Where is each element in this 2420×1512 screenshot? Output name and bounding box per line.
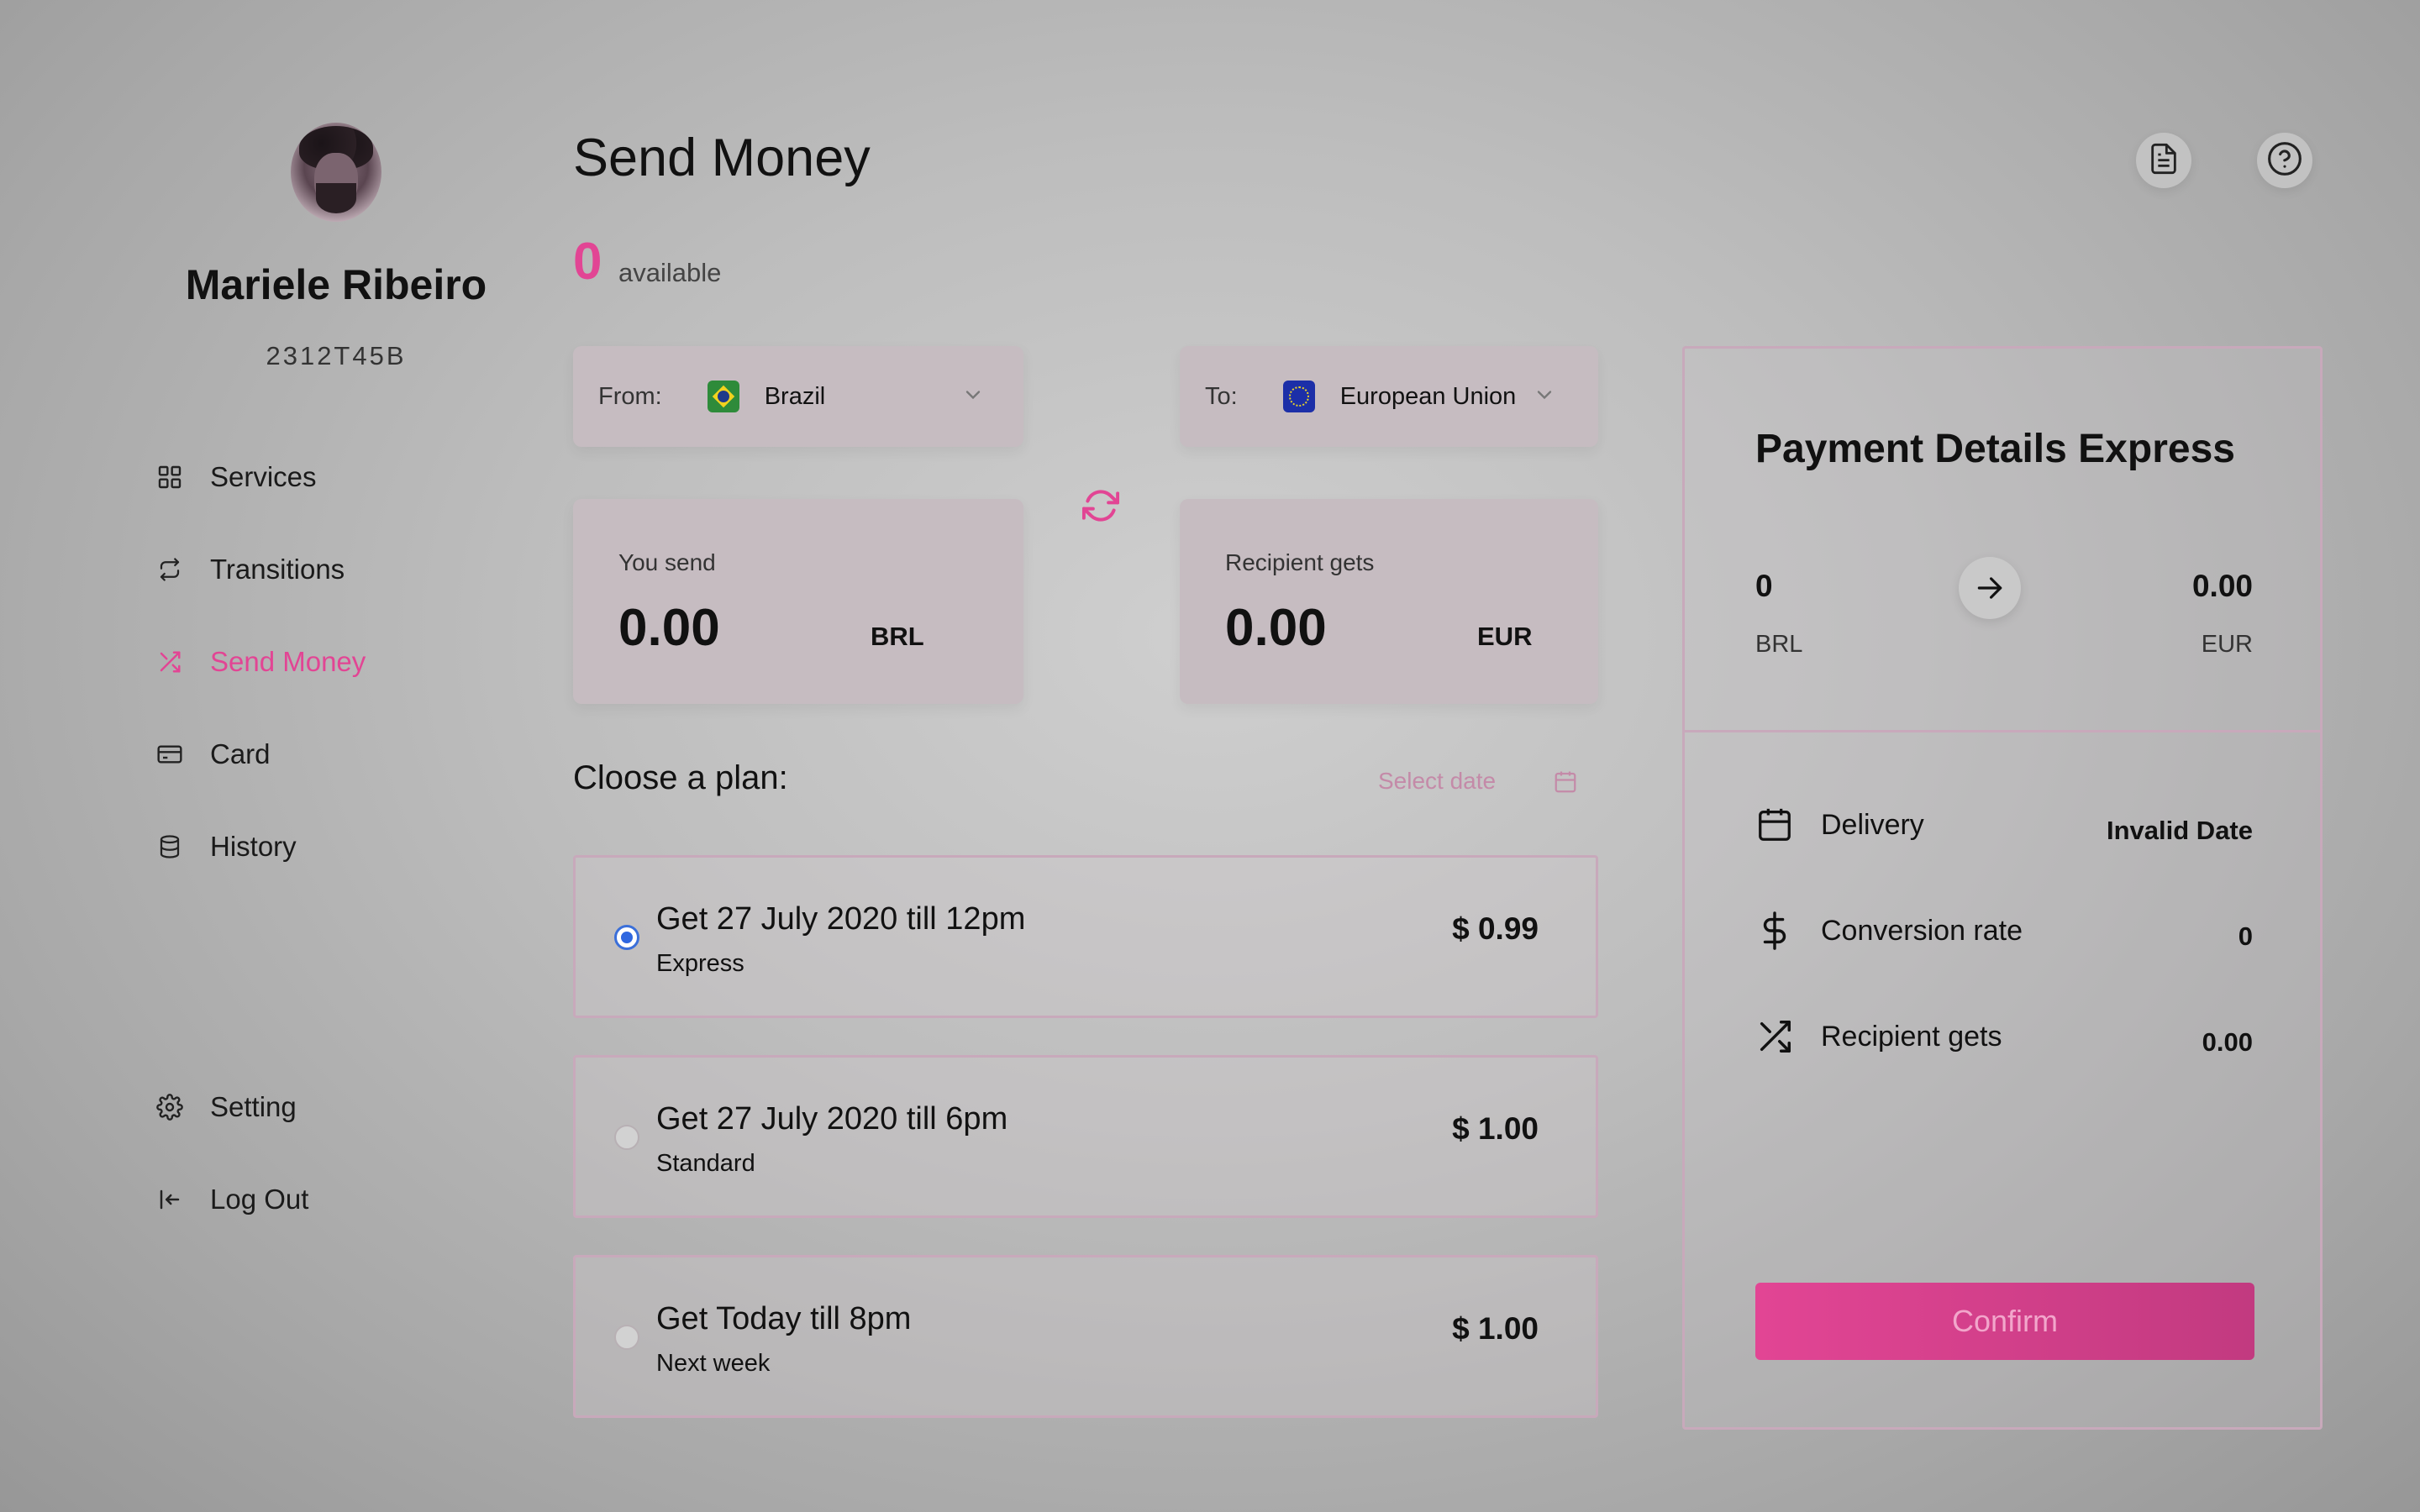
plan-radio[interactable] <box>614 1325 639 1350</box>
plan-radio[interactable] <box>614 925 639 950</box>
plan-section-title: Cloose a plan: <box>573 759 788 796</box>
gear-icon <box>155 1092 185 1122</box>
sidebar-item-services[interactable]: Services <box>155 452 317 502</box>
shuffle-icon <box>155 647 185 677</box>
conversion-rate-row: Conversion rate 0 <box>1755 905 2253 955</box>
sidebar-item-label: Card <box>210 738 271 769</box>
user-name: Mariele Ribeiro <box>185 261 487 308</box>
available-label: available <box>618 258 722 287</box>
plan-price: $ 1.00 <box>1452 1311 1539 1346</box>
plan-title: Get 27 July 2020 till 12pm <box>656 901 1026 937</box>
credit-card-icon <box>155 739 185 769</box>
you-send-amount[interactable]: 0.00 <box>618 598 720 658</box>
grid-icon <box>155 462 185 492</box>
document-icon <box>2147 142 2181 180</box>
you-send-label: You send <box>618 549 716 575</box>
chevron-down-icon <box>1533 383 1556 411</box>
you-send-card[interactable]: You send 0.00 BRL <box>573 499 1023 704</box>
conversion-rate-value: 0 <box>2238 921 2253 951</box>
arrow-right-icon <box>1959 557 2021 619</box>
plan-title: Get 27 July 2020 till 6pm <box>656 1101 1008 1137</box>
eu-flag-icon <box>1282 381 1315 412</box>
calendar-icon[interactable] <box>1553 769 1578 799</box>
divider <box>1685 730 2320 732</box>
payment-from-value: 0 <box>1755 569 1773 603</box>
brazil-flag-icon <box>707 381 739 412</box>
delivery-label: Delivery <box>1821 809 1924 841</box>
payment-to-value: 0.00 <box>2191 569 2253 603</box>
plan-title: Get Today till 8pm <box>656 1301 912 1336</box>
avatar <box>291 123 381 222</box>
plan-option-next-week[interactable]: Get Today till 8pm Next week $ 1.00 <box>573 1255 1598 1418</box>
plan-subtitle: Express <box>656 950 744 977</box>
conversion-rate-label: Conversion rate <box>1821 915 2023 947</box>
logout-icon <box>155 1184 185 1215</box>
sidebar-item-transitions[interactable]: Transitions <box>155 544 345 595</box>
recipient-gets-label: Recipient gets <box>1821 1021 2002 1053</box>
chevron-down-icon <box>961 383 985 411</box>
plan-price: $ 0.99 <box>1452 911 1539 946</box>
sidebar-item-label: Setting <box>210 1091 297 1122</box>
sidebar-item-history[interactable]: History <box>155 822 297 872</box>
to-country-select[interactable]: To: European Union <box>1180 346 1598 447</box>
recipient-gets-value: 0.00 <box>2202 1027 2253 1057</box>
payment-details-title: Payment Details Express <box>1755 427 2235 471</box>
plan-option-standard[interactable]: Get 27 July 2020 till 6pm Standard $ 1.0… <box>573 1055 1598 1218</box>
payment-from-currency: BRL <box>1755 631 1803 658</box>
calendar-icon <box>1755 806 1794 848</box>
recipient-gets-row: Recipient gets 0.00 <box>1755 1011 2253 1061</box>
to-prefix: To: <box>1205 382 1238 410</box>
recipient-gets-currency: EUR <box>1477 622 1533 651</box>
sidebar-item-label: Send Money <box>210 646 366 677</box>
plan-radio[interactable] <box>614 1125 639 1150</box>
sidebar-item-setting[interactable]: Setting <box>155 1082 297 1132</box>
swap-currencies-icon[interactable] <box>1081 487 1120 524</box>
from-prefix: From: <box>598 382 662 410</box>
plan-price: $ 1.00 <box>1452 1111 1539 1146</box>
help-icon <box>2266 140 2303 181</box>
document-button[interactable] <box>2136 133 2191 188</box>
payment-to-currency: EUR <box>2201 631 2253 658</box>
confirm-button[interactable]: Confirm <box>1755 1283 2254 1360</box>
sidebar-item-card[interactable]: Card <box>155 729 271 780</box>
recipient-gets-card: Recipient gets 0.00 EUR <box>1180 499 1598 704</box>
sidebar-item-label: History <box>210 831 297 862</box>
shuffle-icon <box>1755 1017 1794 1060</box>
recipient-gets-label: Recipient gets <box>1225 549 1375 575</box>
select-date-input[interactable]: Select date <box>1378 768 1496 795</box>
plan-subtitle: Standard <box>656 1150 755 1177</box>
dollar-icon <box>1755 911 1794 954</box>
delivery-value: Invalid Date <box>2107 816 2253 845</box>
repeat-icon <box>155 554 185 585</box>
sidebar-item-label: Services <box>210 461 317 492</box>
sidebar-item-log-out[interactable]: Log Out <box>155 1174 308 1225</box>
plan-option-express[interactable]: Get 27 July 2020 till 12pm Express $ 0.9… <box>573 855 1598 1018</box>
delivery-row: Delivery Invalid Date <box>1755 799 2253 849</box>
plan-subtitle: Next week <box>656 1350 771 1377</box>
help-button[interactable] <box>2257 133 2312 188</box>
from-country: Brazil <box>764 382 826 410</box>
to-country: European Union <box>1339 382 1517 410</box>
user-id: 2312T45B <box>266 341 407 370</box>
available-amount: 0 <box>573 233 602 291</box>
sidebar-item-label: Log Out <box>210 1184 309 1215</box>
payment-details-panel: Payment Details Express 0 BRL 0.00 EUR D… <box>1682 346 2323 1430</box>
you-send-currency: BRL <box>871 622 924 651</box>
sidebar-item-send-money[interactable]: Send Money <box>155 637 366 687</box>
recipient-gets-amount: 0.00 <box>1225 599 1327 657</box>
database-icon <box>155 832 185 862</box>
page-title: Send Money <box>573 129 871 187</box>
sidebar-item-label: Transitions <box>210 554 345 585</box>
from-country-select[interactable]: From: Brazil <box>573 346 1023 447</box>
